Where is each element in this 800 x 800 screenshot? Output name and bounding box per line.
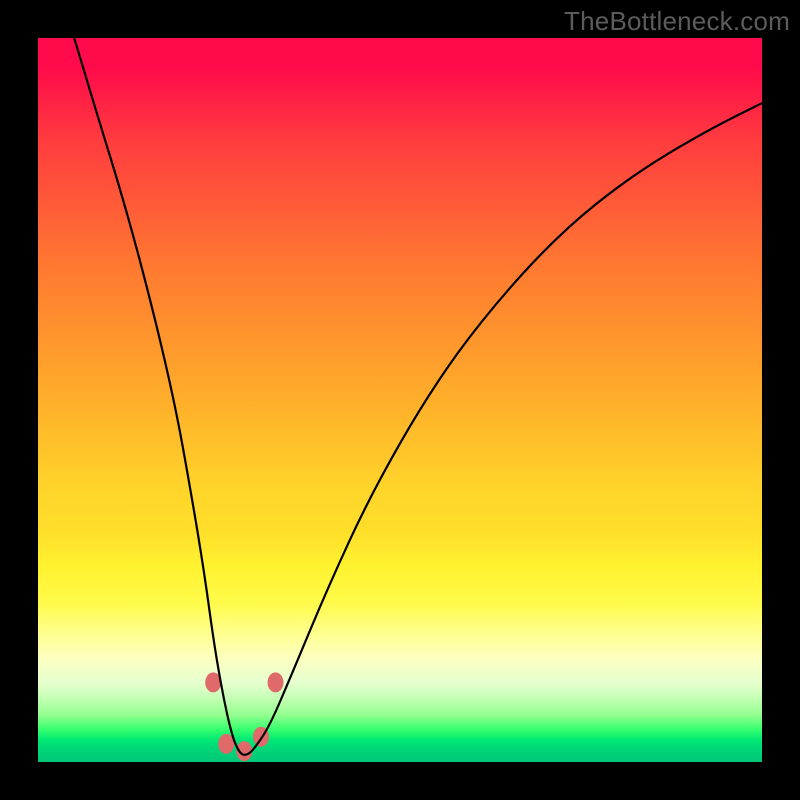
- bottleneck-curve: [74, 38, 762, 755]
- chart-frame: TheBottleneck.com: [0, 0, 800, 800]
- curve-marker: [218, 734, 234, 754]
- plot-area: [38, 38, 762, 762]
- curve-marker: [268, 672, 284, 692]
- chart-svg: [38, 38, 762, 762]
- watermark-text: TheBottleneck.com: [564, 6, 790, 37]
- markers-layer: [205, 672, 283, 761]
